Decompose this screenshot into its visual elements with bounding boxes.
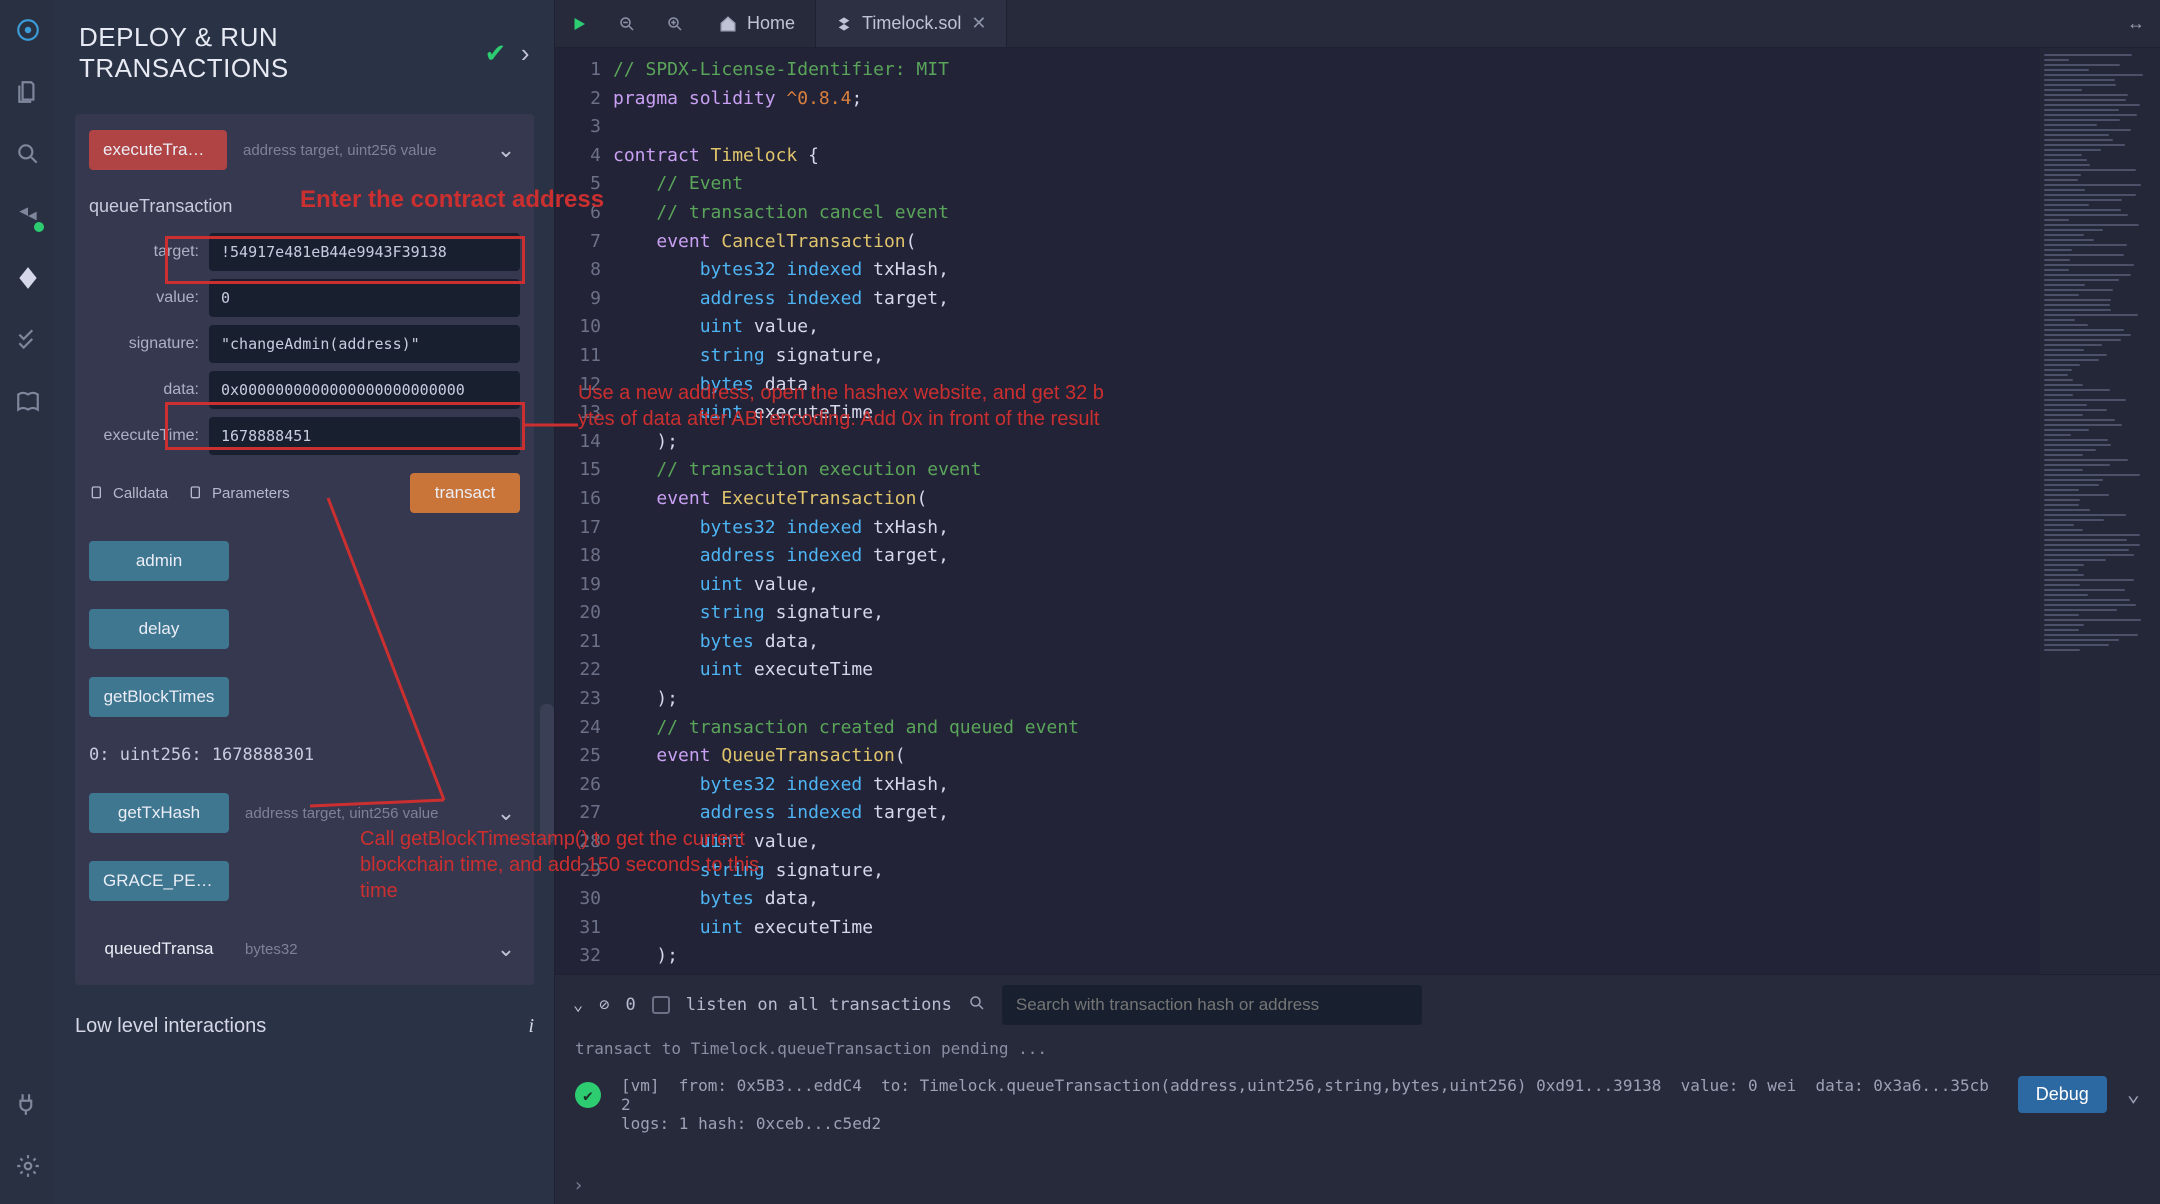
terminal-search-input[interactable]	[1002, 985, 1422, 1025]
param-target: target:	[89, 233, 520, 271]
fn-executeTransaction-args: address target, uint256 value	[237, 142, 482, 159]
param-executeTime-input[interactable]	[209, 417, 520, 455]
deploy-panel: DEPLOY & RUN TRANSACTIONS ✔ › executeTra…	[55, 0, 555, 1204]
transact-button[interactable]: transact	[410, 473, 520, 513]
fn-queueTransaction-title: queueTransaction	[89, 196, 520, 217]
expand-log-icon[interactable]: ⌄	[2127, 1076, 2140, 1107]
terminal-panel: ⌄ ⊘ 0 listen on all transactions transac…	[555, 974, 2160, 1204]
expand-icon[interactable]: ⌄	[492, 137, 520, 163]
param-data-label: data:	[89, 381, 199, 399]
param-signature: signature:	[89, 325, 520, 363]
pending-line: transact to Timelock.queueTransaction pe…	[575, 1039, 2140, 1058]
delay-button[interactable]: delay	[89, 609, 229, 649]
plugin-icon[interactable]	[12, 1088, 44, 1120]
deploy-icon[interactable]	[12, 262, 44, 294]
panel-title: DEPLOY & RUN TRANSACTIONS	[79, 22, 471, 84]
gear-icon[interactable]	[12, 1150, 44, 1182]
low-level-section: Low level interactions i	[75, 1015, 534, 1038]
block-icon[interactable]: ⊘	[599, 995, 609, 1015]
getBlockTimestamp-output: 0: uint256: 1678888301	[89, 745, 520, 765]
getBlockTimestamp-button[interactable]: getBlockTimes	[89, 677, 229, 717]
expand-icon[interactable]: ↔	[2112, 0, 2160, 47]
expand-icon[interactable]: ⌄	[492, 800, 520, 826]
contract-card: executeTransa address target, uint256 va…	[75, 114, 534, 985]
info-icon[interactable]: i	[528, 1015, 534, 1038]
param-data: data:	[89, 371, 520, 409]
zoom-out-icon[interactable]	[603, 0, 651, 47]
param-value: value:	[89, 279, 520, 317]
tab-home-label: Home	[747, 13, 795, 34]
success-icon: ✔	[575, 1082, 601, 1108]
close-icon[interactable]: ✕	[971, 13, 986, 34]
terminal-toolbar: ⌄ ⊘ 0 listen on all transactions	[555, 975, 2160, 1035]
listen-label: listen on all transactions	[686, 995, 952, 1015]
param-executeTime: executeTime:	[89, 417, 520, 455]
execute-transaction-button[interactable]: executeTransa	[89, 130, 227, 170]
run-icon[interactable]	[555, 0, 603, 47]
param-data-input[interactable]	[209, 371, 520, 409]
files-icon[interactable]	[12, 76, 44, 108]
chevron-down-icon[interactable]: ⌄	[573, 995, 583, 1015]
getTxHash-button[interactable]: getTxHash	[89, 793, 229, 833]
tab-home[interactable]: Home	[699, 0, 816, 47]
icon-rail	[0, 0, 55, 1204]
gracePeriod-button[interactable]: GRACE_PERIO	[89, 861, 229, 901]
param-target-label: target:	[89, 243, 199, 261]
param-executeTime-label: executeTime:	[89, 427, 199, 445]
tab-timelock-label: Timelock.sol	[862, 13, 961, 34]
line-gutter: 1234567891011121314151617181920212223242…	[555, 48, 613, 974]
zoom-in-icon[interactable]	[651, 0, 699, 47]
parameters-button[interactable]: Parameters	[188, 485, 290, 502]
param-value-input[interactable]	[209, 279, 520, 317]
logo-icon[interactable]	[12, 14, 44, 46]
tab-bar: Home Timelock.sol ✕ ↔	[555, 0, 2160, 48]
panel-caret-icon[interactable]: ›	[521, 38, 530, 69]
main-column: Home Timelock.sol ✕ ↔ 123456789101112131…	[555, 0, 2160, 1204]
tab-timelock[interactable]: Timelock.sol ✕	[816, 0, 1007, 47]
compiler-ok-badge	[32, 220, 46, 234]
parameters-label: Parameters	[212, 485, 290, 502]
scrollbar-thumb[interactable]	[540, 704, 554, 844]
param-signature-label: signature:	[89, 335, 199, 353]
listen-checkbox[interactable]	[652, 996, 670, 1014]
panel-ok-icon: ✔	[485, 38, 507, 69]
search-icon[interactable]	[12, 138, 44, 170]
fn-executeTransaction-row: executeTransa address target, uint256 va…	[89, 130, 520, 170]
param-signature-input[interactable]	[209, 325, 520, 363]
search-icon[interactable]	[968, 994, 986, 1017]
panel-header: DEPLOY & RUN TRANSACTIONS ✔ ›	[55, 0, 554, 104]
tx-log-text: [vm] from: 0x5B3...eddC4 to: Timelock.qu…	[621, 1076, 1998, 1133]
compiler-icon[interactable]	[12, 200, 44, 232]
minimap[interactable]	[2040, 48, 2160, 974]
tx-log-card: ✔ [vm] from: 0x5B3...eddC4 to: Timelock.…	[575, 1076, 2140, 1133]
calldata-button[interactable]: Calldata	[89, 485, 168, 502]
debug-button[interactable]: Debug	[2018, 1076, 2107, 1113]
admin-button[interactable]: admin	[89, 541, 229, 581]
param-value-label: value:	[89, 289, 199, 307]
low-level-label: Low level interactions	[75, 1015, 266, 1038]
param-target-input[interactable]	[209, 233, 520, 271]
getTxHash-args: address target, uint256 value	[239, 805, 482, 822]
book-icon[interactable]	[12, 386, 44, 418]
pending-count: 0	[626, 995, 636, 1015]
queuedTransactions-button[interactable]: queuedTransa	[89, 929, 229, 969]
terminal-prompt[interactable]: ›	[555, 1167, 2160, 1204]
terminal-body[interactable]: transact to Timelock.queueTransaction pe…	[555, 1035, 2160, 1167]
calldata-label: Calldata	[113, 485, 168, 502]
code-editor[interactable]: 1234567891011121314151617181920212223242…	[555, 48, 2160, 974]
expand-icon[interactable]: ⌄	[492, 936, 520, 962]
tasks-icon[interactable]	[12, 324, 44, 356]
code-area[interactable]: // SPDX-License-Identifier: MIT pragma s…	[613, 48, 2040, 974]
queuedTransactions-args: bytes32	[239, 941, 482, 958]
